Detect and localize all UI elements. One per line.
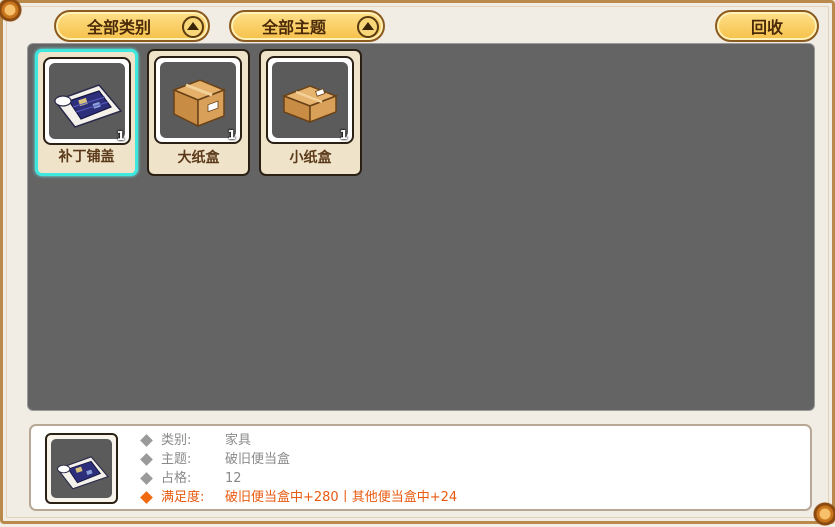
category-filter-button[interactable]: 全部类别 (54, 10, 210, 42)
detail-theme-key: 主题: (161, 452, 192, 467)
detail-theme-row: 主题: 破旧便当盒 (139, 450, 457, 469)
detail-theme-value: 破旧便当盒 (225, 452, 291, 467)
inventory-item-large-box[interactable]: 1 大纸盒 (147, 49, 250, 176)
theme-filter-label: 全部主题 (261, 18, 326, 37)
inventory-item-patched-bedding[interactable]: 1 补丁铺盖 (35, 49, 138, 176)
chevron-up-icon (357, 16, 379, 38)
item-count: 1 (116, 129, 125, 143)
detail-satisfaction-row: 满足度: 破旧便当盒中+280丨其他便当盒中+24 (139, 488, 457, 507)
detail-thumbnail (45, 433, 118, 504)
item-slot: 1 (43, 57, 131, 145)
corner-ornament-icon (0, 0, 23, 23)
diamond-bullet-icon (140, 472, 153, 485)
recycle-label: 回收 (750, 18, 783, 37)
detail-space-value: 12 (225, 471, 242, 486)
patched-bedding-icon (56, 455, 109, 490)
item-count: 1 (339, 128, 348, 142)
detail-space-key: 占格: (161, 471, 192, 486)
item-detail-panel: 类别: 家具 主题: 破旧便当盒 占格: 12 满足度: 破旧便当盒中+280丨… (29, 424, 812, 511)
large-cardboard-box-icon (171, 79, 227, 128)
item-slot: 1 (266, 56, 354, 144)
chevron-up-icon (182, 16, 204, 38)
theme-filter-button[interactable]: 全部主题 (229, 10, 385, 42)
item-name: 大纸盒 (177, 150, 220, 166)
diamond-bullet-icon (140, 434, 153, 447)
inventory-item-small-box[interactable]: 1 小纸盒 (259, 49, 362, 176)
corner-ornament-icon (812, 501, 835, 527)
detail-category-key: 类别: (161, 433, 192, 448)
item-count: 1 (227, 128, 236, 142)
detail-category-row: 类别: 家具 (139, 431, 457, 450)
item-slot: 1 (154, 56, 242, 144)
patched-bedding-icon (53, 84, 123, 128)
detail-satisfaction-value: 破旧便当盒中+280丨其他便当盒中+24 (225, 490, 458, 505)
category-filter-label: 全部类别 (86, 18, 151, 37)
detail-space-row: 占格: 12 (139, 469, 457, 488)
item-name: 补丁铺盖 (58, 149, 115, 165)
detail-satisfaction-key: 满足度: (161, 490, 205, 505)
item-name: 小纸盒 (289, 150, 332, 166)
recycle-button[interactable]: 回收 (715, 10, 819, 42)
detail-category-value: 家具 (225, 433, 252, 448)
diamond-bullet-icon (140, 491, 153, 504)
inventory-grid (27, 43, 815, 411)
small-cardboard-box-icon (281, 85, 339, 124)
diamond-bullet-icon (140, 453, 153, 466)
